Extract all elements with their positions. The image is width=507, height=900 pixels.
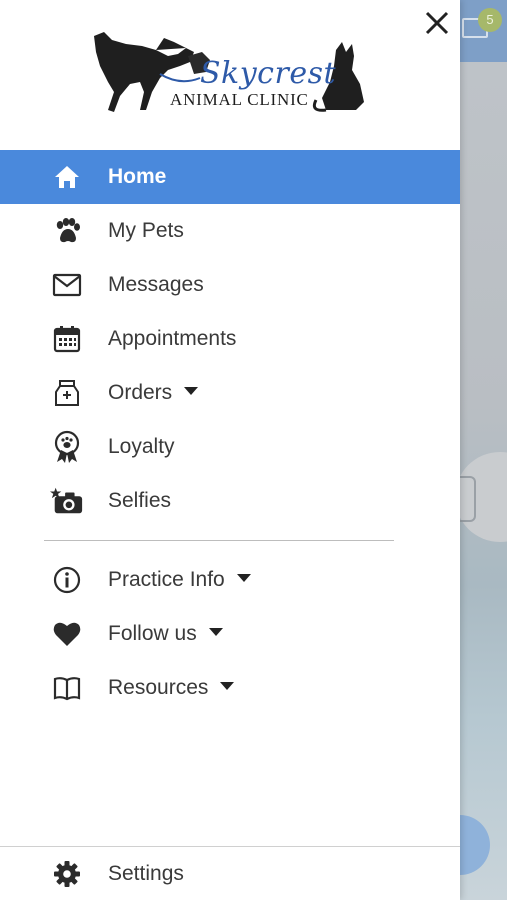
logo-subtitle: ANIMAL CLINIC <box>170 90 309 109</box>
navigation-drawer: Skycrest ANIMAL CLINIC Home My Pets Mess… <box>0 0 460 900</box>
menu-item-follow-us[interactable]: Follow us <box>0 607 460 661</box>
menu-item-label: Home <box>108 165 167 188</box>
chevron-down-icon <box>208 628 223 637</box>
close-drawer-button[interactable] <box>420 6 454 40</box>
menu-item-text: Orders <box>108 381 173 404</box>
menu-item-text: Practice Info <box>108 568 225 591</box>
menu-item-appointments[interactable]: Appointments <box>0 312 460 366</box>
menu-item-label: My Pets <box>108 219 184 242</box>
chevron-down-icon <box>220 682 235 691</box>
home-icon <box>50 160 84 194</box>
chevron-down-icon <box>184 387 199 396</box>
menu-item-loyalty[interactable]: Loyalty <box>0 420 460 474</box>
award-ribbon-icon <box>50 430 84 464</box>
menu-item-label: Appointments <box>108 327 237 350</box>
pet-food-bag-icon <box>50 376 84 410</box>
menu-item-text: Resources <box>108 676 209 699</box>
menu-item-resources[interactable]: Resources <box>0 661 460 715</box>
heart-icon <box>50 617 84 651</box>
logo-wordmark: Skycrest <box>200 56 337 91</box>
message-count-badge: 5 <box>478 8 502 32</box>
menu-divider <box>44 540 394 541</box>
menu-item-orders[interactable]: Orders <box>0 366 460 420</box>
menu-item-label: Loyalty <box>108 435 175 458</box>
menu-item-label: Selfies <box>108 489 172 512</box>
primary-menu: Home My Pets Messages Appointments Order… <box>0 150 460 528</box>
menu-item-home[interactable]: Home <box>0 150 460 204</box>
info-icon <box>50 563 84 597</box>
calendar-icon <box>50 322 84 356</box>
camera-star-icon <box>50 484 84 518</box>
app-root: 5 Skycrest ANIMAL CLINIC Home My Pets Me… <box>0 0 507 900</box>
menu-item-label: Resources <box>108 676 235 700</box>
menu-item-settings[interactable]: Settings <box>0 847 460 900</box>
menu-item-label: Messages <box>108 273 204 296</box>
menu-item-text: Follow us <box>108 622 197 645</box>
menu-item-label: Practice Info <box>108 568 251 592</box>
secondary-menu: Practice Info Follow us Resources <box>0 553 460 715</box>
book-icon <box>50 671 84 705</box>
menu-item-label: Orders <box>108 381 199 405</box>
gear-icon <box>50 857 84 891</box>
mail-icon <box>50 268 84 302</box>
background-bag-icon <box>460 476 476 522</box>
menu-item-label: Settings <box>108 861 184 885</box>
chevron-down-icon <box>236 574 251 583</box>
paw-icon <box>50 214 84 248</box>
menu-item-my-pets[interactable]: My Pets <box>0 204 460 258</box>
close-icon <box>425 11 449 35</box>
menu-item-label: Follow us <box>108 622 223 646</box>
background-page[interactable]: 5 <box>450 0 507 900</box>
menu-item-messages[interactable]: Messages <box>0 258 460 312</box>
menu-item-practice-info[interactable]: Practice Info <box>0 553 460 607</box>
menu-item-selfies[interactable]: Selfies <box>0 474 460 528</box>
